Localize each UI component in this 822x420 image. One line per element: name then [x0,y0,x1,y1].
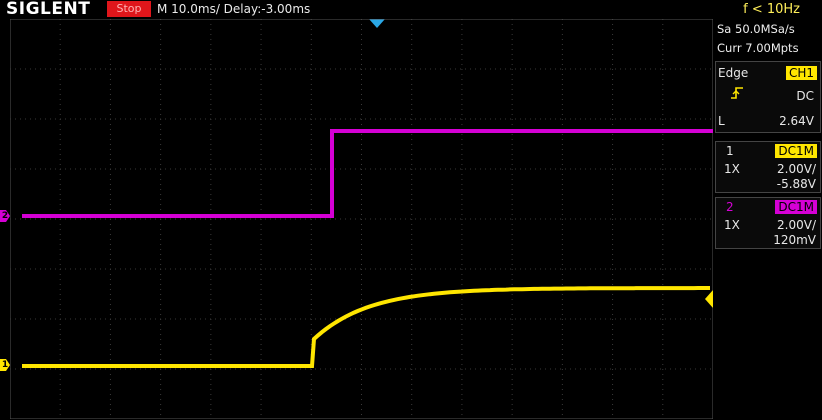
trigger-level-label: L [718,114,725,128]
trigger-level-marker-icon[interactable] [705,290,713,308]
ch2-scale: 2.00V/ [777,218,816,232]
run-stop-status[interactable]: Stop [107,1,151,17]
timebase-readout[interactable]: M 10.0ms/ Delay:-3.00ms [157,0,310,19]
waveform-svg [10,19,713,419]
rising-edge-icon [730,86,744,100]
trigger-box[interactable]: Edge CH1 DC L 2.64V [715,61,821,133]
brand-logo: SIGLENT [6,0,91,19]
ch1-offset: -5.88V [776,177,816,191]
ch2-number: 2 [726,200,734,214]
trigger-source-badge: CH1 [785,66,817,80]
ch1-coupling-badge: DC1M [775,144,817,158]
trigger-level-value: 2.64V [779,114,814,128]
ch1-waveform [22,286,710,368]
ch2-coupling-badge: DC1M [775,200,817,214]
ch1-number: 1 [726,144,734,158]
ch1-ground-marker[interactable]: 1 [0,359,10,371]
ch2-ground-marker[interactable]: 2 [0,210,10,222]
graticule [10,19,713,419]
right-info-panel: Sa 50.0MSa/s Curr 7.00Mpts Edge CH1 DC L… [714,19,822,420]
ch2-offset: 120mV [773,233,816,247]
frequency-counter: f < 10Hz [743,2,800,17]
ch2-info-box[interactable]: 2 DC1M 1X 2.00V/ 120mV [715,197,821,249]
top-status-bar: SIGLENT Stop M 10.0ms/ Delay:-3.00ms f <… [0,0,822,19]
trigger-type: Edge [718,66,749,80]
ch2-waveform [22,129,713,218]
memory-depth: Curr 7.00Mpts [717,41,799,55]
ch1-probe: 1X [724,162,740,176]
waveform-display[interactable] [10,19,713,419]
ch2-probe: 1X [724,218,740,232]
trigger-coupling: DC [796,89,814,103]
ch1-scale: 2.00V/ [777,162,816,176]
ch1-info-box[interactable]: 1 DC1M 1X 2.00V/ -5.88V [715,141,821,193]
sample-rate: Sa 50.0MSa/s [717,22,795,36]
